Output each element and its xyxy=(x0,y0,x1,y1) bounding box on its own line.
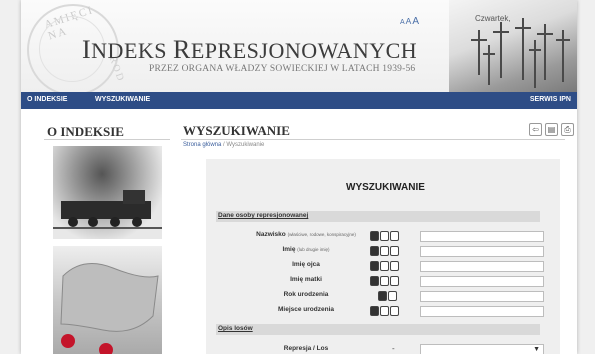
title-part-2: EPRESJONOWANYCH xyxy=(190,38,418,63)
sidebar-train-photo xyxy=(53,146,162,239)
header: AMIĘCI NA ROD INDEKS REPRESJONOWANYCH PR… xyxy=(21,0,577,96)
match-option[interactable] xyxy=(380,261,389,271)
birth-place-input[interactable] xyxy=(420,306,544,317)
map-marker xyxy=(61,334,75,348)
search-form: WYSZUKIWANIE Dane osoby represjonowanej … xyxy=(206,159,560,354)
site-title[interactable]: INDEKS REPRESJONOWANYCH xyxy=(82,35,417,65)
nav-item-o-indeksie[interactable]: O INDEKSIE xyxy=(27,96,67,103)
sidebar-divider xyxy=(44,139,170,140)
father-name-input[interactable] xyxy=(420,261,544,272)
top-navbar: O INDEKSIE WYSZUKIWANIE SERWIS IPN xyxy=(21,92,577,109)
nav-item-wyszukiwanie[interactable]: WYSZUKIWANIE xyxy=(95,96,150,103)
field-label-first-name: Imię (lub drugie imię) xyxy=(282,246,330,253)
match-options[interactable] xyxy=(370,306,400,316)
nav-item-serwis-ipn[interactable]: SERWIS IPN xyxy=(530,96,571,103)
match-option[interactable] xyxy=(370,306,379,316)
font-size-switcher: AAA xyxy=(400,16,420,27)
match-options[interactable] xyxy=(370,246,400,256)
page-title: WYSZUKIWANIE xyxy=(183,123,290,138)
font-medium-button[interactable]: A xyxy=(406,16,412,26)
match-option[interactable] xyxy=(370,231,379,241)
steam-train-image xyxy=(53,190,162,229)
form-title: WYSZUKIWANIE xyxy=(346,182,425,193)
match-option[interactable] xyxy=(380,306,389,316)
sidebar-title: O INDEKSIE xyxy=(47,124,124,139)
title-divider xyxy=(181,139,565,140)
page: AMIĘCI NA ROD INDEKS REPRESJONOWANYCH PR… xyxy=(21,0,577,354)
match-option[interactable] xyxy=(380,246,389,256)
back-icon[interactable]: ⇦ xyxy=(529,123,542,136)
site-subtitle: PRZEZ ORGANA WŁADZY SOWIECKIEJ W LATACH … xyxy=(149,64,416,74)
breadcrumb: Strona główna / Wyszukiwanie xyxy=(183,142,265,148)
match-options[interactable] xyxy=(370,276,400,286)
match-option[interactable] xyxy=(370,246,379,256)
match-options[interactable] xyxy=(370,261,400,271)
match-options[interactable] xyxy=(378,291,398,301)
match-option[interactable] xyxy=(378,291,387,301)
field-label-surname: Nazwisko (właściwe, rodowe, konspiracyjn… xyxy=(256,231,356,238)
match-option[interactable] xyxy=(380,231,389,241)
match-option[interactable] xyxy=(390,231,399,241)
match-option[interactable] xyxy=(390,261,399,271)
match-options[interactable] xyxy=(370,231,400,241)
mother-name-input[interactable] xyxy=(420,276,544,287)
match-option[interactable] xyxy=(388,291,397,301)
section-title-fate: Opis losów xyxy=(218,325,253,332)
repression-select[interactable]: ▼ xyxy=(420,344,544,354)
date-label: Czwartek, xyxy=(475,14,511,23)
map-marker xyxy=(99,343,113,354)
breadcrumb-home-link[interactable]: Strona główna xyxy=(183,142,221,148)
pdf-icon[interactable]: ▤ xyxy=(545,123,558,136)
chevron-down-icon: ▼ xyxy=(533,345,540,353)
header-photo: Czwartek, xyxy=(449,0,577,92)
memorial-crosses-image xyxy=(471,18,570,88)
section-header-bar xyxy=(216,324,540,335)
match-option[interactable] xyxy=(390,276,399,286)
title-part-1: NDEKS xyxy=(91,38,174,63)
match-option[interactable] xyxy=(370,261,379,271)
first-name-input[interactable] xyxy=(420,246,544,257)
match-option[interactable] xyxy=(370,276,379,286)
title-cap-i: I xyxy=(82,35,92,64)
title-cap-r: R xyxy=(173,35,191,64)
section-title-person: Dane osoby represjonowanej xyxy=(218,212,309,219)
birth-year-input[interactable] xyxy=(420,291,544,302)
match-option[interactable] xyxy=(390,306,399,316)
field-label-mother-name: Imię matki xyxy=(290,276,322,283)
match-option[interactable] xyxy=(390,246,399,256)
match-option[interactable] xyxy=(380,276,389,286)
field-label-repression: Represja / Los xyxy=(283,345,329,352)
font-large-button[interactable]: A xyxy=(412,16,419,27)
field-label-birth-year: Rok urodzenia xyxy=(283,291,329,298)
field-label-father-name: Imię ojca xyxy=(292,261,320,268)
breadcrumb-current: Wyszukiwanie xyxy=(226,142,265,148)
repression-dash: - xyxy=(392,344,395,353)
font-small-button[interactable]: A xyxy=(400,19,405,26)
print-icon[interactable]: ⎙ xyxy=(561,123,574,136)
surname-input[interactable] xyxy=(420,231,544,242)
field-label-birth-place: Miejsce urodzenia xyxy=(278,306,334,313)
